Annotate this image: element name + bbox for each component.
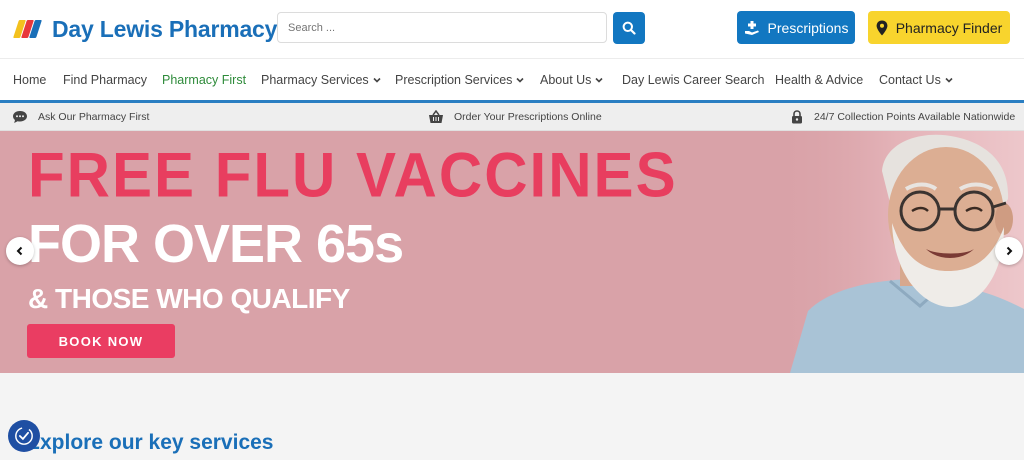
info-strip: Ask Our Pharmacy First Order Your Prescr… <box>0 103 1024 131</box>
info-item-order-prescriptions[interactable]: Order Your Prescriptions Online <box>428 103 602 131</box>
section-title: Explore our key services <box>26 431 274 454</box>
logo-text: Day Lewis Pharmacy <box>52 15 278 42</box>
chevron-left-icon <box>16 246 23 256</box>
prescriptions-label: Prescriptions <box>767 19 849 36</box>
nav-item-label: Prescription Services <box>395 73 513 87</box>
search-input[interactable] <box>277 12 607 43</box>
accessibility-button[interactable] <box>8 420 40 452</box>
senior-man-portrait <box>770 131 1024 373</box>
striped-logo-icon <box>13 18 46 40</box>
prescriptions-button[interactable]: Prescriptions <box>737 11 855 44</box>
nav-item-label: About Us <box>540 73 592 87</box>
hand-plus-icon <box>744 20 759 35</box>
main-navigation: Home Find Pharmacy Pharmacy First Pharma… <box>0 58 1024 103</box>
hero-subline: FOR OVER 65s <box>28 214 404 274</box>
nav-item-prescription-services[interactable]: Prescription Services <box>395 59 524 101</box>
hero-banner: FREE FLU VACCINES FOR OVER 65s & THOSE W… <box>0 131 1024 373</box>
chevron-down-icon <box>373 77 381 83</box>
nav-item-home[interactable]: Home <box>13 59 46 101</box>
nav-item-career-search[interactable]: Day Lewis Career Search <box>622 59 764 101</box>
info-item-label: Order Your Prescriptions Online <box>454 111 602 123</box>
basket-icon <box>429 110 443 123</box>
nav-item-contact-us[interactable]: Contact Us <box>879 59 953 101</box>
hero-headline: FREE FLU VACCINES <box>28 140 678 211</box>
chevron-right-icon <box>1006 246 1013 256</box>
info-item-pharmacy-first[interactable]: Ask Our Pharmacy First <box>12 103 149 131</box>
nav-item-label: Day Lewis Career Search <box>622 73 765 87</box>
book-now-button[interactable]: BOOK NOW <box>27 324 175 358</box>
info-item-label: 24/7 Collection Points Available Nationw… <box>814 111 1016 123</box>
chevron-down-icon <box>516 77 524 83</box>
chat-bubble-icon <box>13 111 27 123</box>
nav-item-about-us[interactable]: About Us <box>540 59 603 101</box>
lock-icon <box>792 110 802 124</box>
carousel-next-button[interactable] <box>995 237 1023 265</box>
nav-item-label: Contact Us <box>879 73 941 87</box>
nav-item-label: Health & Advice <box>775 73 864 87</box>
site-header: Day Lewis Pharmacy Prescriptions Pharmac… <box>0 0 1024 58</box>
search-icon <box>622 21 636 35</box>
search-button[interactable] <box>613 12 645 44</box>
nav-item-label: Find Pharmacy <box>63 73 148 87</box>
chevron-down-icon <box>945 77 953 83</box>
site-logo[interactable]: Day Lewis Pharmacy <box>13 14 278 44</box>
carousel-prev-button[interactable] <box>6 237 34 265</box>
nav-item-label: Pharmacy Services <box>261 73 369 87</box>
map-pin-icon <box>876 20 888 35</box>
pharmacy-finder-label: Pharmacy Finder <box>895 19 1003 36</box>
chevron-down-icon <box>595 77 603 83</box>
nav-item-label: Pharmacy First <box>162 73 247 87</box>
hero-tagline: & THOSE WHO QUALIFY <box>28 283 350 314</box>
nav-item-pharmacy-first[interactable]: Pharmacy First <box>162 59 246 101</box>
pharmacy-finder-button[interactable]: Pharmacy Finder <box>868 11 1010 44</box>
accessibility-check-icon <box>15 427 33 445</box>
nav-item-pharmacy-services[interactable]: Pharmacy Services <box>261 59 381 101</box>
info-item-collection-points[interactable]: 24/7 Collection Points Available Nationw… <box>790 103 1015 131</box>
info-item-label: Ask Our Pharmacy First <box>38 111 150 123</box>
nav-item-find-pharmacy[interactable]: Find Pharmacy <box>63 59 147 101</box>
nav-item-health-advice[interactable]: Health & Advice <box>775 59 863 101</box>
nav-item-label: Home <box>13 73 47 87</box>
